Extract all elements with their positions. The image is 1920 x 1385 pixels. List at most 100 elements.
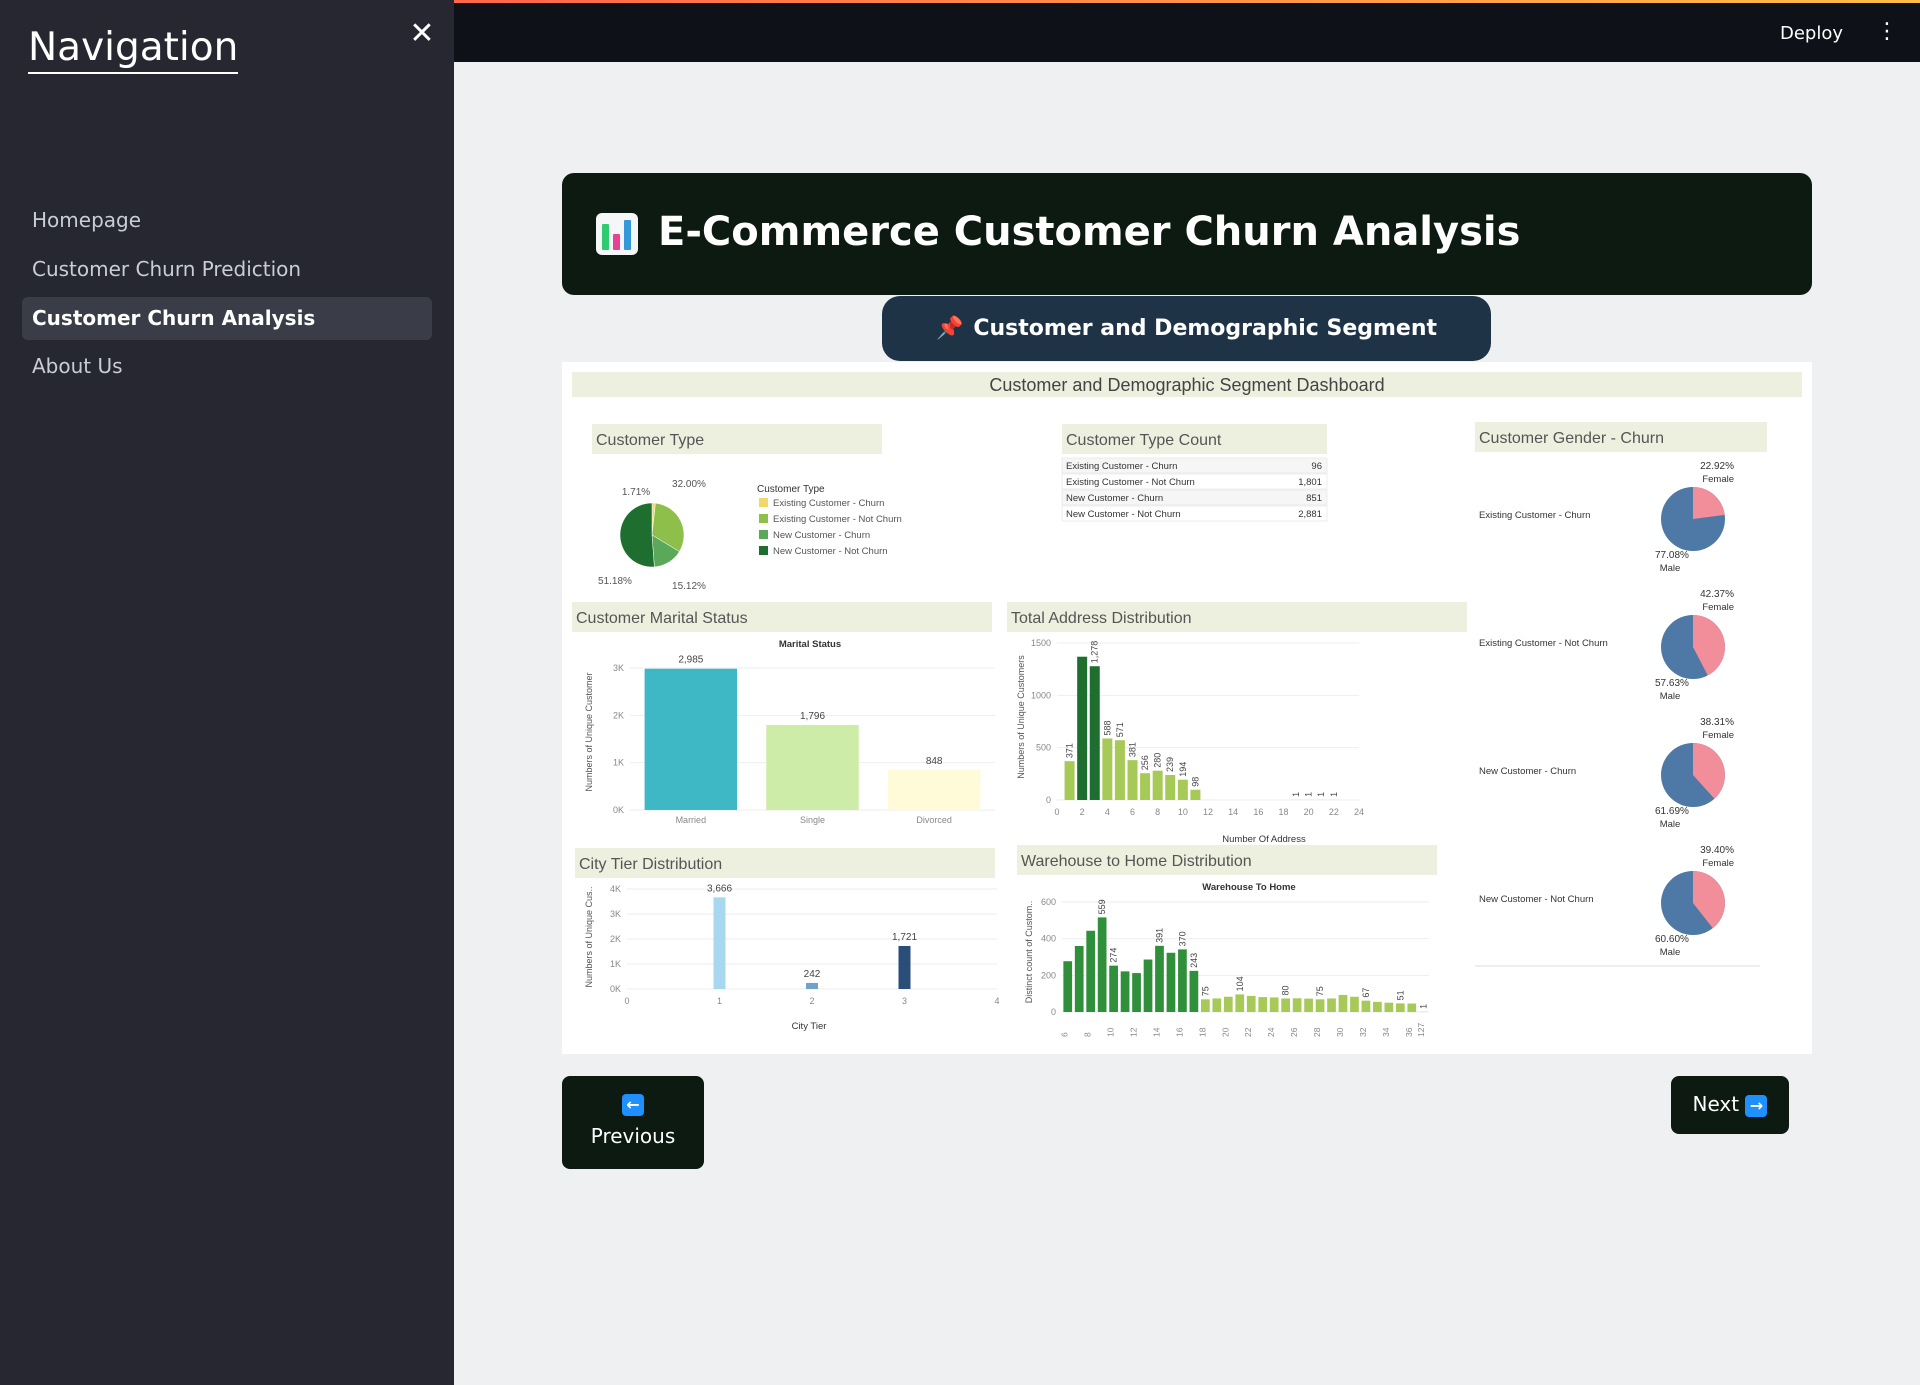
address-x-tick: 4 [1105, 807, 1110, 817]
marital-x-tick: Married [676, 815, 707, 825]
address-x-tick: 2 [1080, 807, 1085, 817]
marital-title: Customer Marital Status [576, 610, 748, 627]
warehouse-title: Warehouse to Home Distribution [1021, 853, 1252, 870]
city-data-label: 3,666 [707, 883, 732, 894]
warehouse-y-tick: 400 [1041, 934, 1056, 944]
marital-y-tick: 2K [613, 710, 624, 720]
city-bar [806, 982, 818, 989]
address-x-label: Number Of Address [1222, 834, 1306, 845]
address-bar [1190, 789, 1201, 800]
main-menu-icon[interactable]: ⋮ [1876, 19, 1898, 44]
city-y-label: Numbers of Unique Cus.. [584, 886, 594, 987]
city-x-tick: 1 [717, 996, 722, 1006]
address-data-label: 1 [1291, 792, 1301, 797]
city-bar [898, 945, 911, 989]
city-x-tick: 4 [994, 996, 999, 1006]
city-x-tick: 3 [902, 996, 907, 1006]
address-x-tick: 6 [1130, 807, 1135, 817]
city-y-tick: 2K [610, 934, 621, 944]
warehouse-bar [1086, 930, 1096, 1012]
address-x-tick: 8 [1155, 807, 1160, 817]
city-title: City Tier Distribution [579, 856, 722, 873]
warehouse-x-tick: 24 [1266, 1027, 1276, 1037]
sidebar-item-churn-prediction[interactable]: Customer Churn Prediction [22, 248, 432, 291]
city-y-tick: 4K [610, 884, 621, 894]
gender-female-pct: 38.31% [1700, 717, 1734, 728]
deploy-button[interactable]: Deploy [1780, 23, 1843, 44]
gender-title: Customer Gender - Churn [1479, 430, 1664, 447]
gender-female-slice [1693, 487, 1725, 519]
address-x-tick: 12 [1203, 807, 1213, 817]
address-y-tick: 1500 [1031, 638, 1051, 648]
warehouse-x-tick: 20 [1220, 1027, 1230, 1037]
dashboard-svg: Customer and Demographic Segment Dashboa… [572, 372, 1802, 1037]
warehouse-data-label: 75 [1200, 986, 1210, 996]
warehouse-bar [1361, 1000, 1371, 1012]
marital-x-tick: Single [800, 815, 825, 825]
warehouse-bar [1120, 971, 1130, 1012]
warehouse-bar [1327, 998, 1336, 1012]
warehouse-bar [1269, 997, 1279, 1012]
address-bar [1177, 779, 1188, 800]
customer-type-legend-swatch [759, 498, 768, 507]
warehouse-x-tick: 14 [1151, 1027, 1161, 1037]
marital-bar [766, 724, 859, 810]
customer-type-slice-label: 51.18% [598, 576, 632, 587]
gender-female-label: Female [1702, 730, 1734, 741]
warehouse-bar [1212, 998, 1222, 1012]
sidebar-item-churn-analysis[interactable]: Customer Churn Analysis [22, 297, 432, 340]
warehouse-x-tick: 22 [1243, 1027, 1253, 1037]
warehouse-bar [1074, 946, 1084, 1012]
page-title: E-Commerce Customer Churn Analysis [658, 209, 1521, 255]
city-y-tick: 0K [610, 984, 621, 994]
customer-type-legend-swatch [759, 514, 768, 523]
address-data-label: 280 [1153, 753, 1163, 768]
address-data-label: 1,278 [1090, 641, 1100, 664]
gender-male-label: Male [1660, 819, 1681, 830]
city-x-label: City Tier [792, 1021, 827, 1032]
address-bar [1077, 656, 1088, 800]
sidebar-item-homepage[interactable]: Homepage [22, 199, 432, 242]
sidebar-item-about-us[interactable]: About Us [22, 345, 432, 388]
gender-group-label: Existing Customer - Churn [1479, 510, 1590, 521]
warehouse-data-label: 370 [1177, 931, 1187, 946]
next-button[interactable]: Next → [1671, 1076, 1789, 1134]
customer-type-legend-entry: Existing Customer - Churn [773, 498, 884, 509]
warehouse-data-label: 80 [1281, 985, 1291, 995]
warehouse-bar [1373, 1001, 1382, 1012]
address-data-label: 381 [1128, 742, 1138, 757]
gender-male-label: Male [1660, 691, 1681, 702]
address-data-label: 98 [1190, 777, 1200, 787]
page-banner: E-Commerce Customer Churn Analysis [562, 173, 1812, 295]
gender-male-pct: 77.08% [1655, 550, 1689, 561]
warehouse-bar [1155, 945, 1164, 1012]
address-data-label: 1 [1304, 792, 1314, 797]
warehouse-data-label: 274 [1109, 948, 1119, 963]
warehouse-bar [1384, 1002, 1394, 1012]
warehouse-subtitle: Warehouse To Home [1202, 882, 1295, 893]
customer-type-slice-label: 1.71% [622, 487, 650, 498]
marital-y-tick: 0K [613, 805, 624, 815]
customer-type-legend-swatch [759, 530, 768, 539]
warehouse-bar [1143, 959, 1153, 1012]
gender-male-pct: 61.69% [1655, 806, 1689, 817]
marital-data-label: 1,796 [800, 711, 825, 722]
type-count-row-label: Existing Customer - Churn [1066, 461, 1177, 472]
warehouse-x-tick: 28 [1312, 1027, 1322, 1037]
previous-button[interactable]: ← Previous [562, 1076, 704, 1169]
address-x-tick: 16 [1253, 807, 1263, 817]
gender-male-pct: 60.60% [1655, 934, 1689, 945]
gender-female-label: Female [1702, 858, 1734, 869]
warehouse-data-label: 51 [1395, 990, 1405, 1000]
warehouse-data-label: 559 [1097, 899, 1107, 914]
marital-data-label: 848 [926, 756, 943, 767]
customer-type-legend-entry: New Customer - Churn [773, 530, 870, 541]
customer-type-title: Customer Type [596, 432, 704, 449]
close-sidebar-icon[interactable]: ✕ [406, 18, 438, 50]
address-x-tick: 20 [1304, 807, 1314, 817]
bar-chart-icon [596, 213, 638, 255]
address-y-tick: 0 [1046, 795, 1051, 805]
address-bar [1165, 774, 1176, 800]
marital-bar [644, 668, 738, 810]
warehouse-data-label: 1 [1418, 1004, 1428, 1009]
